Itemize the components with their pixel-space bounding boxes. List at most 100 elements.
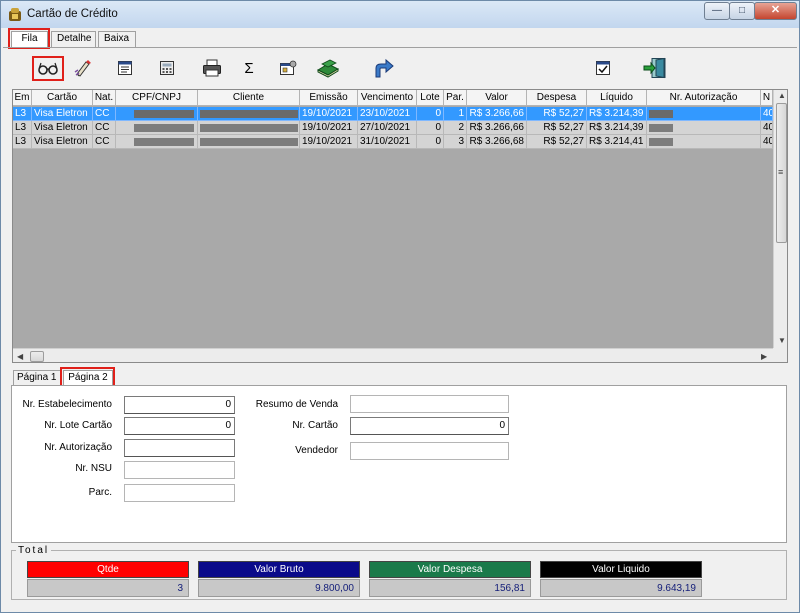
cell-cartao: Visa Eletron: [32, 121, 93, 135]
cell-valor: R$ 3.266,66: [467, 107, 527, 121]
cell-n: 40: [761, 121, 773, 135]
valor-liquido-header: Valor Liquido: [540, 561, 702, 578]
col-header-liquido[interactable]: Líquido: [587, 90, 647, 106]
qtde-value: 3: [27, 579, 189, 597]
cell-em: L3: [13, 135, 32, 149]
col-header-em[interactable]: Em: [13, 90, 32, 106]
cell-liquido: R$ 3.214,41: [587, 135, 647, 149]
check-icon[interactable]: [591, 57, 615, 79]
nr-estabelecimento-input[interactable]: 0: [124, 396, 235, 414]
col-header-cartao[interactable]: Cartão: [32, 90, 93, 106]
tab-divider: [3, 47, 797, 48]
vendedor-label: Vendedor: [295, 445, 338, 456]
cell-cliente: [198, 121, 300, 135]
form-icon[interactable]: [113, 57, 137, 79]
nr-nsu-input[interactable]: [124, 461, 235, 479]
edit-pen-icon[interactable]: [71, 57, 95, 79]
data-grid[interactable]: Em Cartão Nat. CPF/CNPJ Cliente Emissão …: [12, 89, 788, 363]
calculator-icon[interactable]: [155, 57, 179, 79]
col-header-lote[interactable]: Lote: [417, 90, 444, 106]
cell-liquido: R$ 3.214,39: [587, 121, 647, 135]
tab-detalhe[interactable]: Detalhe: [51, 31, 96, 47]
minimize-button[interactable]: —: [704, 2, 730, 20]
book-icon[interactable]: [316, 57, 340, 79]
cell-vencimento: 31/10/2021: [358, 135, 417, 149]
cell-vencimento: 27/10/2021: [358, 121, 417, 135]
redacted-bar: [649, 138, 673, 146]
scroll-right-icon[interactable]: ▶: [761, 352, 767, 361]
nr-cartao-input[interactable]: 0: [350, 417, 509, 435]
properties-icon[interactable]: [276, 57, 300, 79]
scroll-down-icon[interactable]: ▼: [778, 336, 786, 345]
window-title: Cartão de Crédito: [27, 8, 118, 20]
cell-despesa: R$ 52,27: [527, 135, 587, 149]
print-icon[interactable]: [200, 57, 224, 79]
col-header-valor[interactable]: Valor: [467, 90, 527, 106]
redacted-bar: [134, 110, 194, 118]
valor-bruto-header: Valor Bruto: [198, 561, 360, 578]
resumo-venda-input[interactable]: [350, 395, 509, 413]
main-window: Cartão de Crédito — □ ✕ Fila Detalhe Bai…: [0, 0, 800, 613]
scroll-up-icon[interactable]: ▲: [778, 91, 786, 100]
table-row[interactable]: L3 Visa Eletron CC 19/10/2021 27/10/2021…: [13, 121, 773, 135]
resumo-venda-label: Resumo de Venda: [255, 399, 338, 410]
table-row[interactable]: L3 Visa Eletron CC 19/10/2021 31/10/2021…: [13, 135, 773, 149]
cell-nr-autorizacao: [647, 107, 761, 121]
cell-vencimento: 23/10/2021: [358, 107, 417, 121]
cell-nat: CC: [93, 107, 116, 121]
cell-n: 40: [761, 107, 773, 121]
close-button[interactable]: ✕: [754, 2, 797, 20]
totals-label: Total: [16, 545, 52, 556]
cell-emissao: 19/10/2021: [300, 107, 358, 121]
maximize-button[interactable]: □: [729, 2, 755, 20]
qtde-header: Qtde: [27, 561, 189, 578]
cell-cliente: [198, 107, 300, 121]
vertical-scrollbar[interactable]: ▲ ≡ ▼: [773, 90, 787, 348]
redacted-bar: [200, 124, 298, 132]
table-row[interactable]: L3 Visa Eletron CC 19/10/2021 23/10/2021…: [13, 107, 773, 121]
grip-icon: ≡: [778, 167, 784, 177]
redacted-bar: [649, 124, 673, 132]
cell-emissao: 19/10/2021: [300, 135, 358, 149]
cell-despesa: R$ 52,27: [527, 121, 587, 135]
col-header-par[interactable]: Par.: [444, 90, 467, 106]
col-header-despesa[interactable]: Despesa: [527, 90, 587, 106]
cell-lote: 0: [417, 135, 444, 149]
nr-estabelecimento-label: Nr. Estabelecimento: [22, 399, 113, 410]
cell-valor: R$ 3.266,66: [467, 121, 527, 135]
col-header-vencimento[interactable]: Vencimento: [358, 90, 417, 106]
cell-nr-autorizacao: [647, 121, 761, 135]
col-header-nr-autorizacao[interactable]: Nr. Autorização: [647, 90, 761, 106]
cell-em: L3: [13, 121, 32, 135]
highlight-box: [32, 56, 64, 81]
nr-lote-cartao-input[interactable]: 0: [124, 417, 235, 435]
cell-emissao: 19/10/2021: [300, 121, 358, 135]
col-header-cpf-cnpj[interactable]: CPF/CNPJ: [116, 90, 198, 106]
col-header-n[interactable]: N: [761, 90, 773, 106]
parc-input[interactable]: [124, 484, 235, 502]
forward-arrow-icon[interactable]: [371, 57, 395, 79]
cell-cpf-cnpj: [116, 121, 198, 135]
cell-par: 2: [444, 121, 467, 135]
cell-lote: 0: [417, 107, 444, 121]
cell-cpf-cnpj: [116, 107, 198, 121]
vendedor-input[interactable]: [350, 442, 509, 460]
valor-despesa-value: 156,81: [369, 579, 531, 597]
scroll-left-icon[interactable]: ◀: [17, 352, 23, 361]
exit-door-icon[interactable]: [643, 57, 667, 79]
col-header-nat[interactable]: Nat.: [93, 90, 116, 106]
tab-baixa[interactable]: Baixa: [98, 31, 136, 47]
valor-liquido-value: 9.643,19: [540, 579, 702, 597]
cell-lote: 0: [417, 121, 444, 135]
scrollbar-corner: [773, 348, 787, 362]
tab-pagina-1[interactable]: Página 1: [13, 370, 61, 386]
nr-autorizacao-input[interactable]: [124, 439, 235, 457]
app-icon: [8, 7, 22, 22]
horizontal-scroll-thumb[interactable]: [30, 351, 44, 362]
sum-icon[interactable]: Σ: [237, 57, 261, 79]
cell-despesa: R$ 52,27: [527, 107, 587, 121]
col-header-cliente[interactable]: Cliente: [198, 90, 300, 106]
redacted-bar: [200, 138, 298, 146]
col-header-emissao[interactable]: Emissão: [300, 90, 358, 106]
horizontal-scrollbar[interactable]: ◀ ▶: [13, 348, 773, 362]
